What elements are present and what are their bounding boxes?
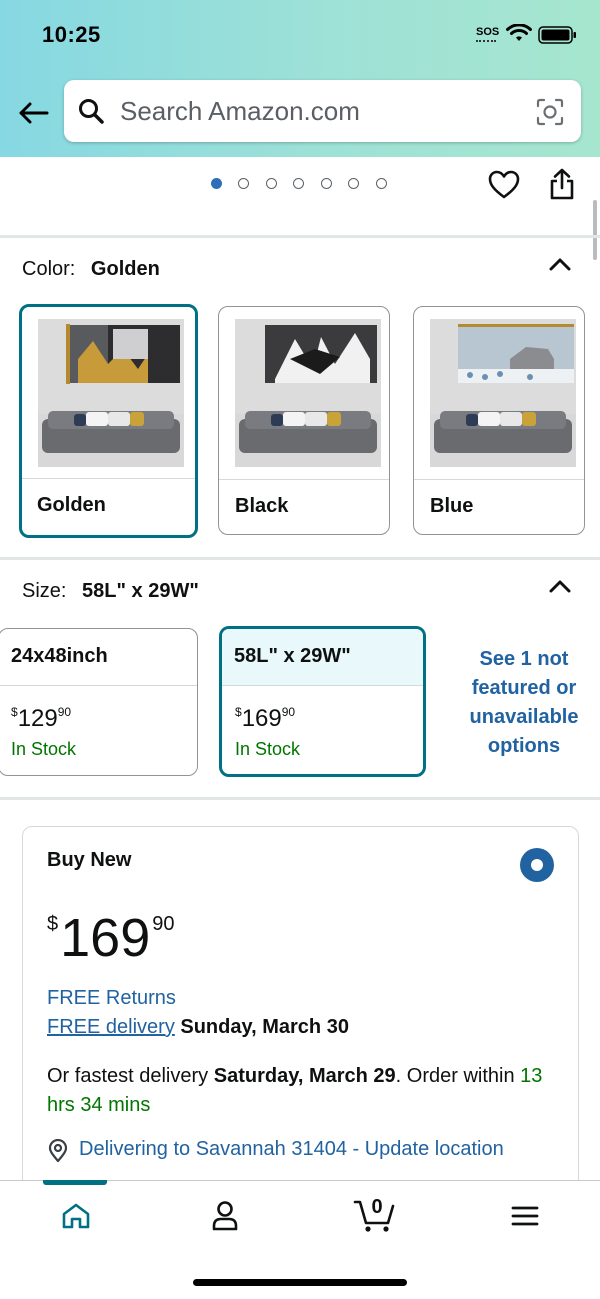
- cart-count: 0: [371, 1196, 383, 1218]
- carousel-dot-1[interactable]: [211, 178, 222, 189]
- card-separator: [0, 685, 197, 686]
- card-separator: [22, 478, 195, 479]
- color-option-label: Black: [235, 495, 289, 517]
- search-icon: [79, 99, 104, 124]
- size-selected-value: 58L" x 29W": [82, 580, 199, 602]
- carousel-dot-6[interactable]: [348, 178, 359, 189]
- account-icon[interactable]: [211, 1200, 239, 1232]
- camera-search-icon[interactable]: [536, 98, 564, 126]
- color-label: Color:: [22, 258, 76, 280]
- card-separator: [222, 685, 423, 686]
- share-icon[interactable]: [548, 168, 576, 200]
- status-time: 10:25: [42, 22, 101, 47]
- free-delivery-line: FREE delivery Sunday, March 30: [47, 1016, 349, 1039]
- divider: [0, 797, 600, 800]
- color-option-blue[interactable]: Blue: [413, 306, 585, 535]
- collapse-size-chevron-icon[interactable]: [549, 579, 571, 593]
- home-indicator: [193, 1279, 407, 1286]
- color-option-label: Blue: [430, 495, 474, 517]
- free-delivery-date: Sunday, March 30: [180, 1016, 349, 1038]
- size-option-58x29[interactable]: 58L" x 29W" $16990 In Stock: [219, 626, 426, 777]
- size-label: Size:: [22, 580, 67, 602]
- location-pin-icon: [48, 1139, 68, 1163]
- buy-new-box[interactable]: Buy New $169 90 FREE Returns FREE deliver…: [22, 826, 579, 1206]
- cart-button[interactable]: 0: [353, 1196, 397, 1234]
- size-label-row: Size: 58L" x 29W": [22, 580, 199, 603]
- carousel-dot-7[interactable]: [376, 178, 387, 189]
- carousel-dot-4[interactable]: [293, 178, 304, 189]
- battery-icon: [538, 26, 576, 44]
- carousel-dot-2[interactable]: [238, 178, 249, 189]
- heart-icon[interactable]: [488, 170, 520, 200]
- collapse-color-chevron-icon[interactable]: [549, 257, 571, 271]
- size-option-title: 24x48inch: [11, 645, 108, 667]
- size-option-title: 58L" x 29W": [234, 645, 351, 667]
- size-option-stock: In Stock: [235, 739, 301, 759]
- color-label-row: Color: Golden: [22, 258, 160, 281]
- home-icon[interactable]: [61, 1202, 91, 1230]
- fastest-delivery-text: Or fastest delivery Saturday, March 29. …: [47, 1065, 543, 1116]
- see-unavailable-options-link[interactable]: See 1 not featured or unavailable option…: [448, 645, 600, 761]
- size-option-stock: In Stock: [11, 739, 77, 759]
- size-option-24x48[interactable]: 24x48inch $12990 In Stock: [0, 628, 198, 776]
- color-selected-value: Golden: [90, 258, 160, 280]
- product-image-blue: [430, 319, 576, 467]
- carousel-dot-3[interactable]: [266, 178, 277, 189]
- product-image-black: [235, 319, 381, 467]
- size-option-price: $12990: [11, 705, 72, 732]
- carousel-dot-5[interactable]: [321, 178, 332, 189]
- wifi-icon: [506, 24, 532, 41]
- buy-new-radio[interactable]: [520, 848, 554, 882]
- color-option-black[interactable]: Black: [218, 306, 390, 535]
- sos-indicator: SOS: [476, 26, 500, 38]
- card-separator: [414, 479, 584, 480]
- divider: [0, 235, 600, 238]
- nav-active-indicator: [43, 1180, 107, 1185]
- buy-new-price: $169 90: [47, 908, 175, 968]
- divider: [0, 557, 600, 560]
- color-option-label: Golden: [37, 494, 106, 516]
- search-box[interactable]: Search Amazon.com: [64, 80, 581, 142]
- menu-icon[interactable]: [511, 1205, 539, 1227]
- free-delivery-link[interactable]: FREE delivery: [47, 1016, 175, 1038]
- buy-new-label: Buy New: [47, 849, 132, 871]
- search-input[interactable]: Search Amazon.com: [120, 96, 360, 127]
- scroll-indicator: [593, 200, 597, 260]
- free-returns-link[interactable]: FREE Returns: [47, 987, 176, 1010]
- sos-signal-dots: [476, 40, 496, 45]
- back-button[interactable]: [14, 96, 52, 130]
- back-arrow-icon: [19, 102, 49, 124]
- product-image-golden: [38, 319, 184, 467]
- card-separator: [219, 479, 389, 480]
- color-option-golden[interactable]: Golden: [19, 304, 198, 538]
- size-option-price: $16990: [235, 705, 296, 732]
